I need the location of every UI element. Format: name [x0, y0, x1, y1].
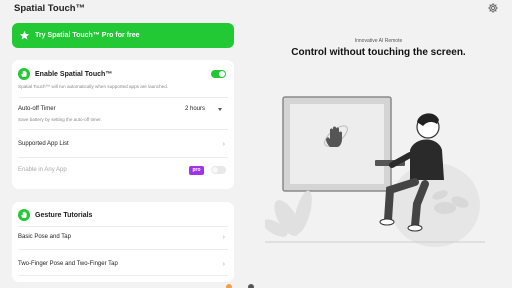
supported-app-list-label: Supported App List — [18, 141, 69, 147]
divider — [18, 97, 228, 98]
hand-icon — [18, 68, 30, 80]
hero-subtitle: Innovative AI Remote — [354, 38, 403, 44]
hero-title: Control without touching the screen. — [291, 47, 466, 58]
gesture-tutorials-card: Gesture Tutorials Basic Pose and Tap › T… — [12, 202, 234, 282]
divider — [18, 275, 228, 276]
gear-icon[interactable] — [487, 2, 499, 14]
auto-off-label: Auto-off Timer — [18, 106, 56, 112]
enable-any-app-label: Enable in Any App — [18, 167, 67, 173]
auto-off-description-row: Save battery by setting the auto-off tim… — [12, 115, 234, 123]
enable-description-row: Spatial Touch™ will run automatically wh… — [12, 82, 234, 90]
gesture-tutorials-header: Gesture Tutorials — [12, 208, 234, 222]
hand-icon — [18, 209, 30, 221]
pro-trial-banner[interactable]: Try Spatial Touch™ Pro for free — [12, 23, 234, 48]
divider — [18, 129, 228, 130]
hero-illustration — [265, 96, 485, 247]
chevron-down-icon[interactable] — [218, 107, 222, 111]
divider — [18, 226, 228, 227]
auto-off-row[interactable]: Auto-off Timer 2 hours — [12, 103, 234, 115]
supported-app-list-row[interactable]: Supported App List › — [12, 138, 234, 150]
page-indicator — [226, 284, 256, 288]
star-icon — [19, 30, 30, 40]
tutorial-item-two-finger[interactable]: Two-Finger Pose and Two-Finger Tap › — [12, 258, 234, 270]
gesture-tutorials-title: Gesture Tutorials — [35, 211, 93, 219]
auto-off-value[interactable]: 2 hours — [185, 106, 205, 112]
chevron-right-icon: › — [222, 140, 225, 148]
pro-badge: pro — [189, 165, 204, 175]
enable-description: Spatial Touch™ will run automatically wh… — [18, 83, 169, 89]
chevron-right-icon: › — [222, 260, 225, 268]
enable-any-app-row: Enable in Any App pro — [12, 164, 234, 176]
pro-trial-label: Try Spatial Touch™ Pro for free — [35, 32, 140, 39]
tutorial-item-label: Basic Pose and Tap — [18, 234, 71, 240]
auto-off-description: Save battery by setting the auto-off tim… — [18, 116, 102, 122]
tutorial-item-basic[interactable]: Basic Pose and Tap › — [12, 231, 234, 243]
enable-toggle[interactable] — [211, 70, 226, 78]
divider — [18, 157, 228, 158]
enable-card: Enable Spatial Touch™ Spatial Touch™ wil… — [12, 60, 234, 189]
chevron-right-icon: › — [222, 233, 225, 241]
enable-title: Enable Spatial Touch™ — [35, 70, 113, 78]
app-title: Spatial Touch™ — [14, 3, 86, 14]
divider — [18, 249, 228, 250]
tutorial-item-label: Two-Finger Pose and Two-Finger Tap — [18, 261, 118, 267]
enable-any-app-toggle[interactable] — [211, 166, 226, 174]
enable-row: Enable Spatial Touch™ — [12, 67, 234, 81]
